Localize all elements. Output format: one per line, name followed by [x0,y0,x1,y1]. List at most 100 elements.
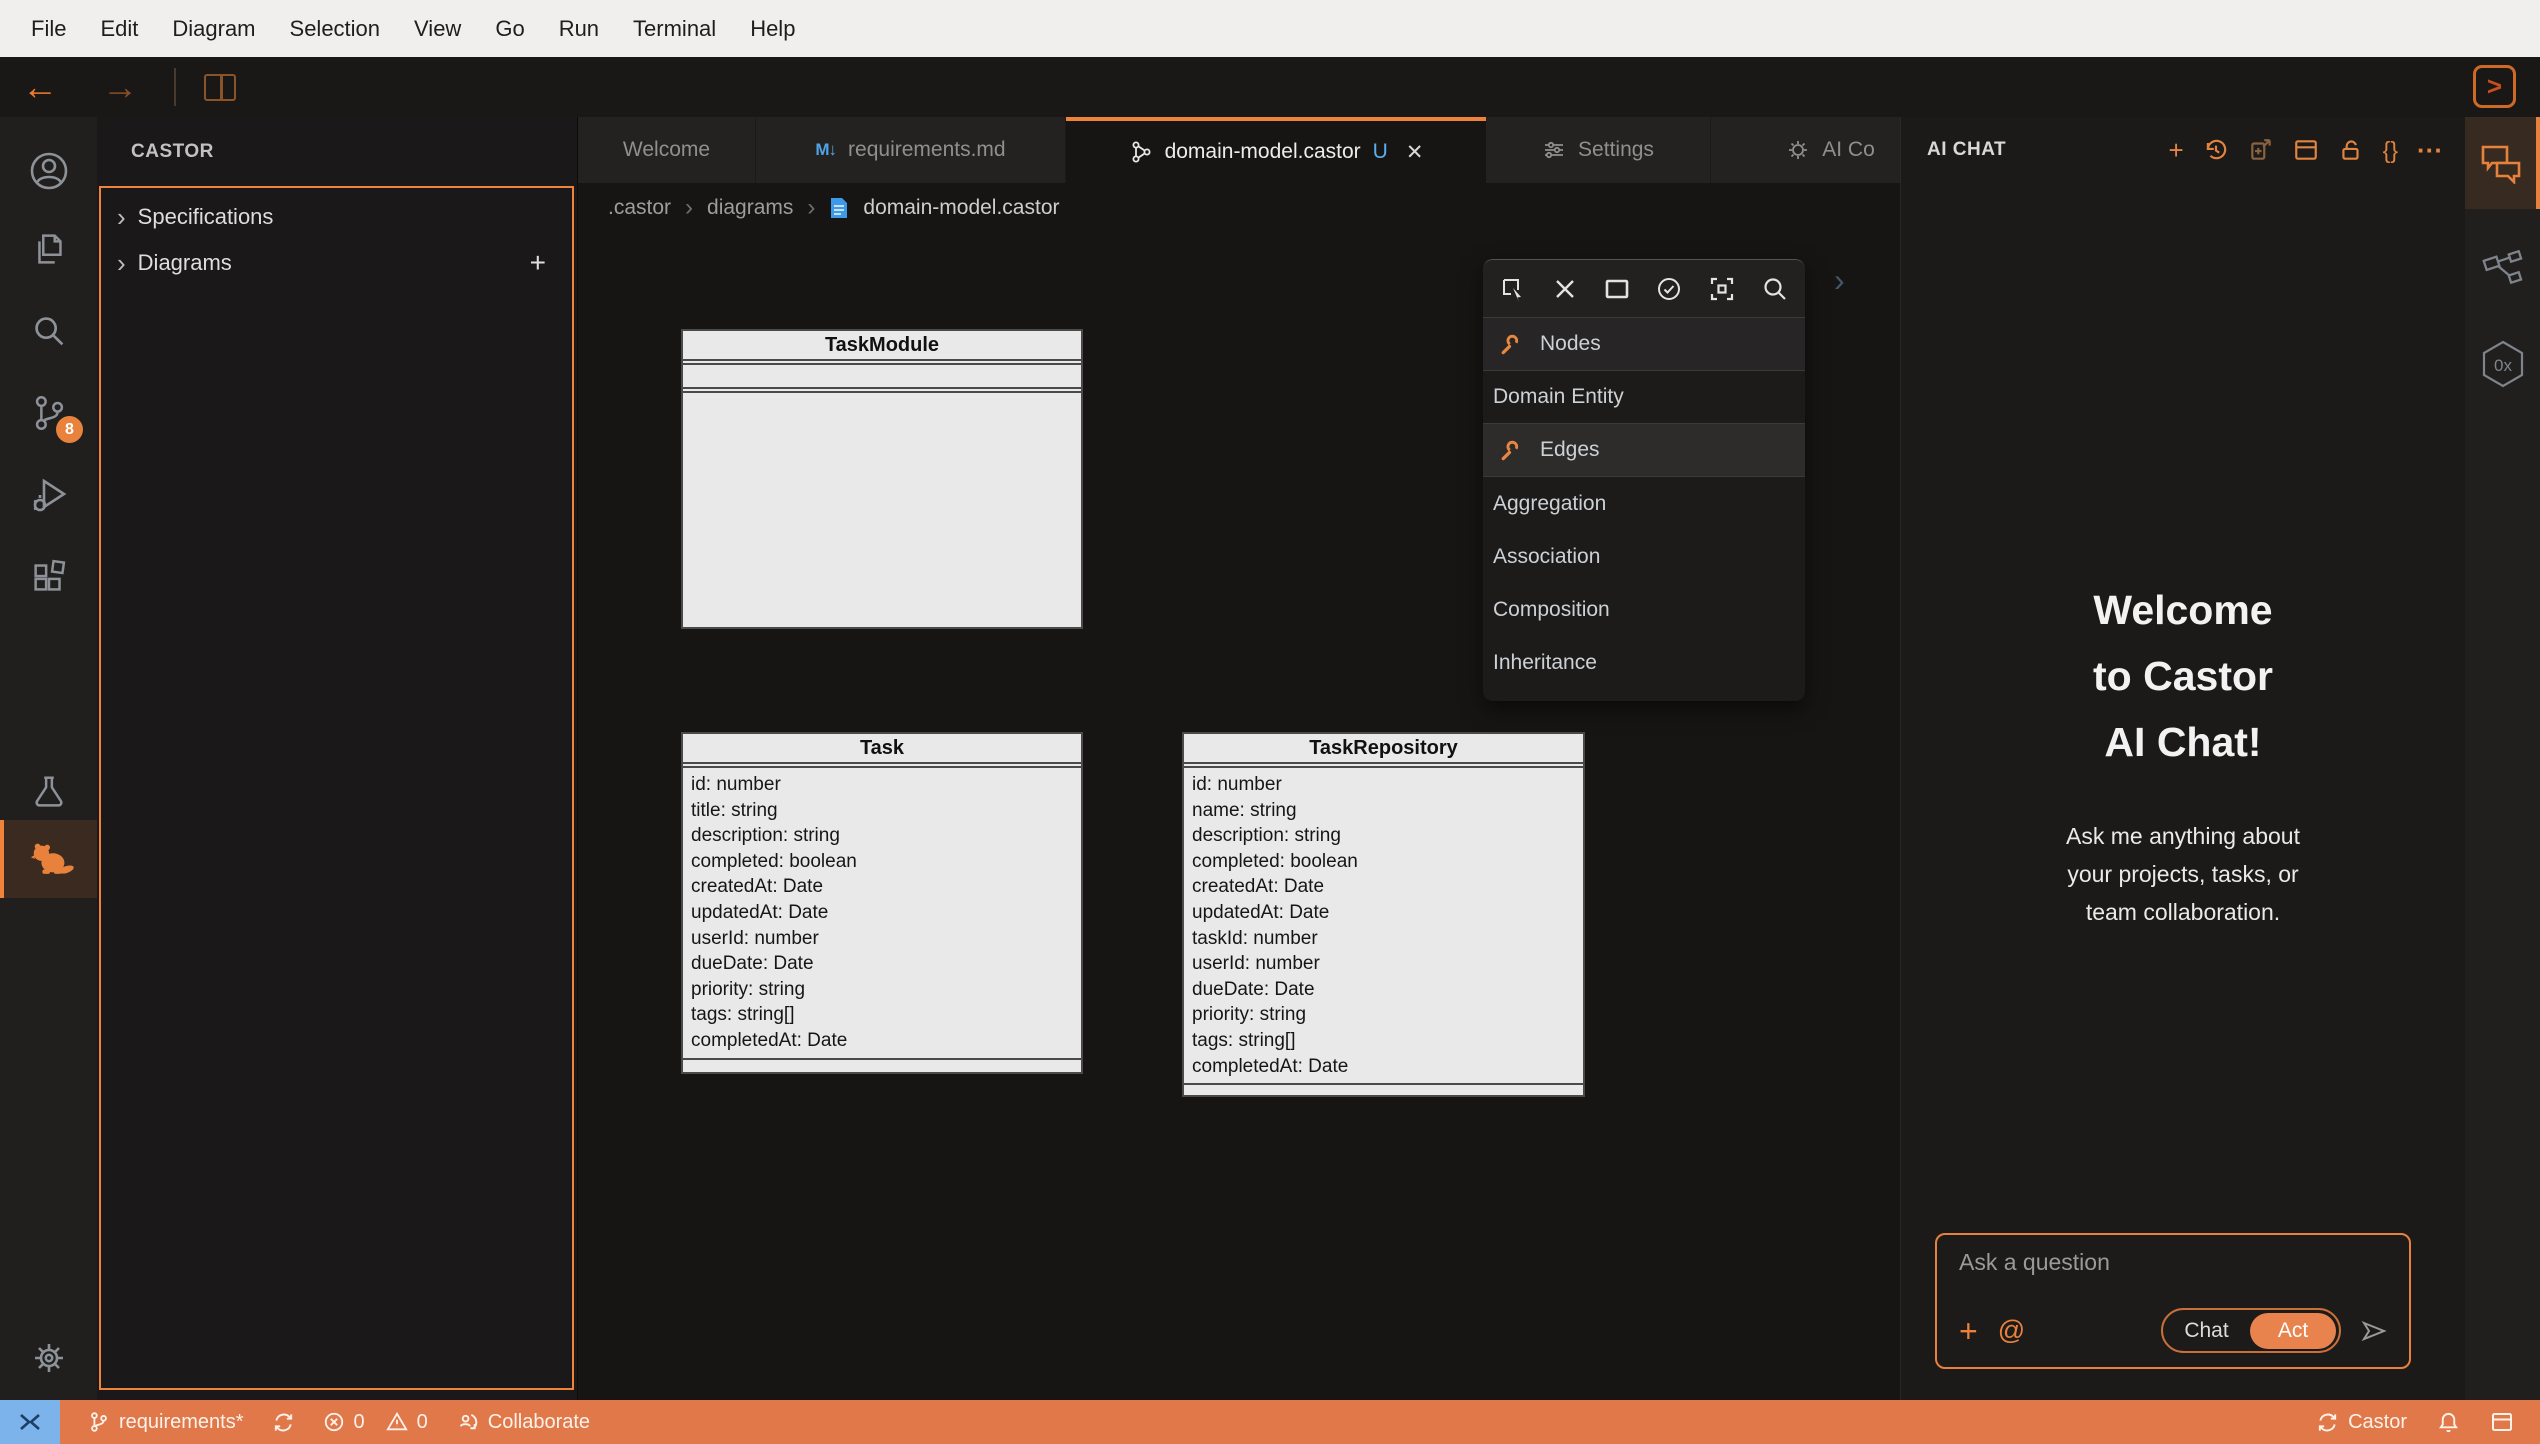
account-icon[interactable] [0,135,97,207]
close-tab-icon[interactable]: ✕ [1406,140,1424,165]
diagram-canvas[interactable]: TaskModule Task id: number title: string… [578,233,1901,1400]
tab-domain-model[interactable]: domain-model.castor U ✕ [1066,117,1486,183]
problems-status-item[interactable]: 0 0 [323,1411,428,1434]
menu-edit[interactable]: Edit [83,0,155,57]
menu-go[interactable]: Go [478,0,541,57]
remote-indicator[interactable] [0,1400,60,1444]
palette-item-association[interactable]: Association [1483,530,1805,583]
attribute: description: string [1192,823,1575,849]
extensions-icon[interactable] [0,541,97,613]
run-debug-icon[interactable] [0,459,97,531]
palette-item-domain-entity[interactable]: Domain Entity [1483,371,1805,424]
palette-group-edges[interactable]: Edges [1483,424,1805,477]
mention-at-icon[interactable]: @ [1998,1315,2025,1346]
castor-sync-status-item[interactable]: Castor [2316,1411,2407,1434]
validate-check-icon[interactable] [1656,276,1682,302]
uml-node-taskrepository[interactable]: TaskRepository id: number name: string d… [1182,732,1585,1097]
ai-chat-panel: AI CHAT + {} ··· Welcome [1900,117,2465,1400]
menu-bar: File Edit Diagram Selection View Go Run … [0,0,2540,57]
delete-x-icon[interactable] [1553,277,1577,301]
open-in-editor-icon[interactable] [2248,137,2274,163]
attribute: tags: string[] [691,1002,1073,1028]
castor-beaver-icon[interactable] [0,820,97,898]
menu-help[interactable]: Help [733,0,812,57]
collaborate-status-item[interactable]: Collaborate [456,1411,590,1434]
center-fit-icon[interactable] [1709,276,1735,302]
ai-chat-rail-icon[interactable] [2465,117,2540,209]
forward-arrow-icon[interactable]: → [80,57,160,117]
palette-item-composition[interactable]: Composition [1483,583,1805,636]
palette-item-inheritance[interactable]: Inheritance [1483,636,1805,689]
tab-ai-config[interactable]: AI Co [1711,117,1901,183]
sidebar-item-diagrams[interactable]: › Diagrams + [101,240,572,286]
select-cursor-icon[interactable] [1500,276,1526,302]
chevron-right-icon: › [117,202,126,233]
branch-status-item[interactable]: requirements* [88,1411,244,1434]
zoom-search-icon[interactable] [1762,276,1788,302]
sidebar-item-specifications[interactable]: › Specifications [101,194,572,240]
breadcrumb-segment[interactable]: domain-model.castor [863,196,1059,220]
braces-icon[interactable]: {} [2383,139,2398,162]
hex-rail-icon[interactable]: 0x [2465,329,2540,399]
menu-file[interactable]: File [14,0,83,57]
sync-status-item[interactable] [272,1411,295,1434]
tab-welcome[interactable]: Welcome [578,117,756,183]
explorer-files-icon[interactable] [0,213,97,285]
tab-settings[interactable]: Settings [1486,117,1711,183]
menu-terminal[interactable]: Terminal [616,0,733,57]
testing-beaker-icon[interactable] [0,757,97,829]
subtitle-line: your projects, tasks, or [1901,855,2465,893]
settings-gear-icon[interactable] [0,1322,97,1394]
palette-group-nodes[interactable]: Nodes [1483,318,1805,371]
wrench-icon [1497,439,1520,462]
uml-node-task[interactable]: Task id: number title: string descriptio… [681,732,1083,1074]
wrench-icon [1497,333,1520,356]
welcome-line: to Castor [1901,643,2465,709]
branch-label: requirements* [119,1411,244,1434]
chat-input-box[interactable]: + @ Chat Act [1935,1233,2411,1369]
tab-label: requirements.md [848,138,1006,162]
split-editor-icon[interactable] [204,74,236,101]
workflow-rail-icon[interactable] [2465,235,2540,305]
add-diagram-button[interactable]: + [530,247,546,279]
palette-item-aggregation[interactable]: Aggregation [1483,477,1805,530]
source-control-icon[interactable]: 8 [0,377,97,449]
breadcrumb-segment[interactable]: diagrams [707,196,793,220]
send-icon[interactable] [2359,1316,2389,1346]
sidebar-tree: › Specifications › Diagrams + [99,186,574,1390]
menu-view[interactable]: View [397,0,478,57]
search-icon[interactable] [0,295,97,367]
toggle-panel-chevron-icon[interactable]: > [2473,65,2516,108]
tab-requirements[interactable]: M↓ requirements.md [756,117,1066,183]
notifications-status-item[interactable] [2437,1411,2460,1434]
mode-act-pill[interactable]: Act [2250,1313,2336,1349]
attribute: completedAt: Date [691,1028,1073,1054]
breadcrumb-separator: › [807,194,815,222]
breadcrumb-segment[interactable]: .castor [608,196,671,220]
attach-plus-icon[interactable]: + [1959,1315,1978,1347]
attribute: updatedAt: Date [691,900,1073,926]
uml-node-taskmodule[interactable]: TaskModule [681,329,1083,629]
marquee-icon[interactable] [1604,276,1630,302]
chat-act-toggle[interactable]: Chat Act [2161,1308,2341,1353]
chat-bubbles-icon [2478,142,2524,184]
back-arrow-icon[interactable]: ← [0,57,80,117]
node-attributes: id: number name: string description: str… [1184,768,1583,1085]
attribute: createdAt: Date [1192,874,1575,900]
palette-item-label: Domain Entity [1493,385,1624,409]
menu-diagram[interactable]: Diagram [155,0,272,57]
layout-icon[interactable] [2293,137,2319,163]
mode-chat-label[interactable]: Chat [2163,1319,2250,1343]
toggle-panel-status-item[interactable] [2490,1410,2514,1434]
menu-selection[interactable]: Selection [273,0,398,57]
node-title: TaskModule [683,331,1081,361]
history-icon[interactable] [2203,137,2229,163]
menu-run[interactable]: Run [542,0,616,57]
more-actions-ellipsis-icon[interactable]: ··· [2417,137,2443,163]
unlock-icon[interactable] [2338,137,2364,163]
chat-welcome-subtitle: Ask me anything about your projects, tas… [1901,817,2465,931]
palette-collapse-chevron-icon[interactable]: › [1834,262,1845,299]
new-chat-plus-icon[interactable]: + [2168,137,2183,163]
tab-label: Settings [1578,138,1654,162]
chat-question-input[interactable] [1959,1249,2389,1276]
